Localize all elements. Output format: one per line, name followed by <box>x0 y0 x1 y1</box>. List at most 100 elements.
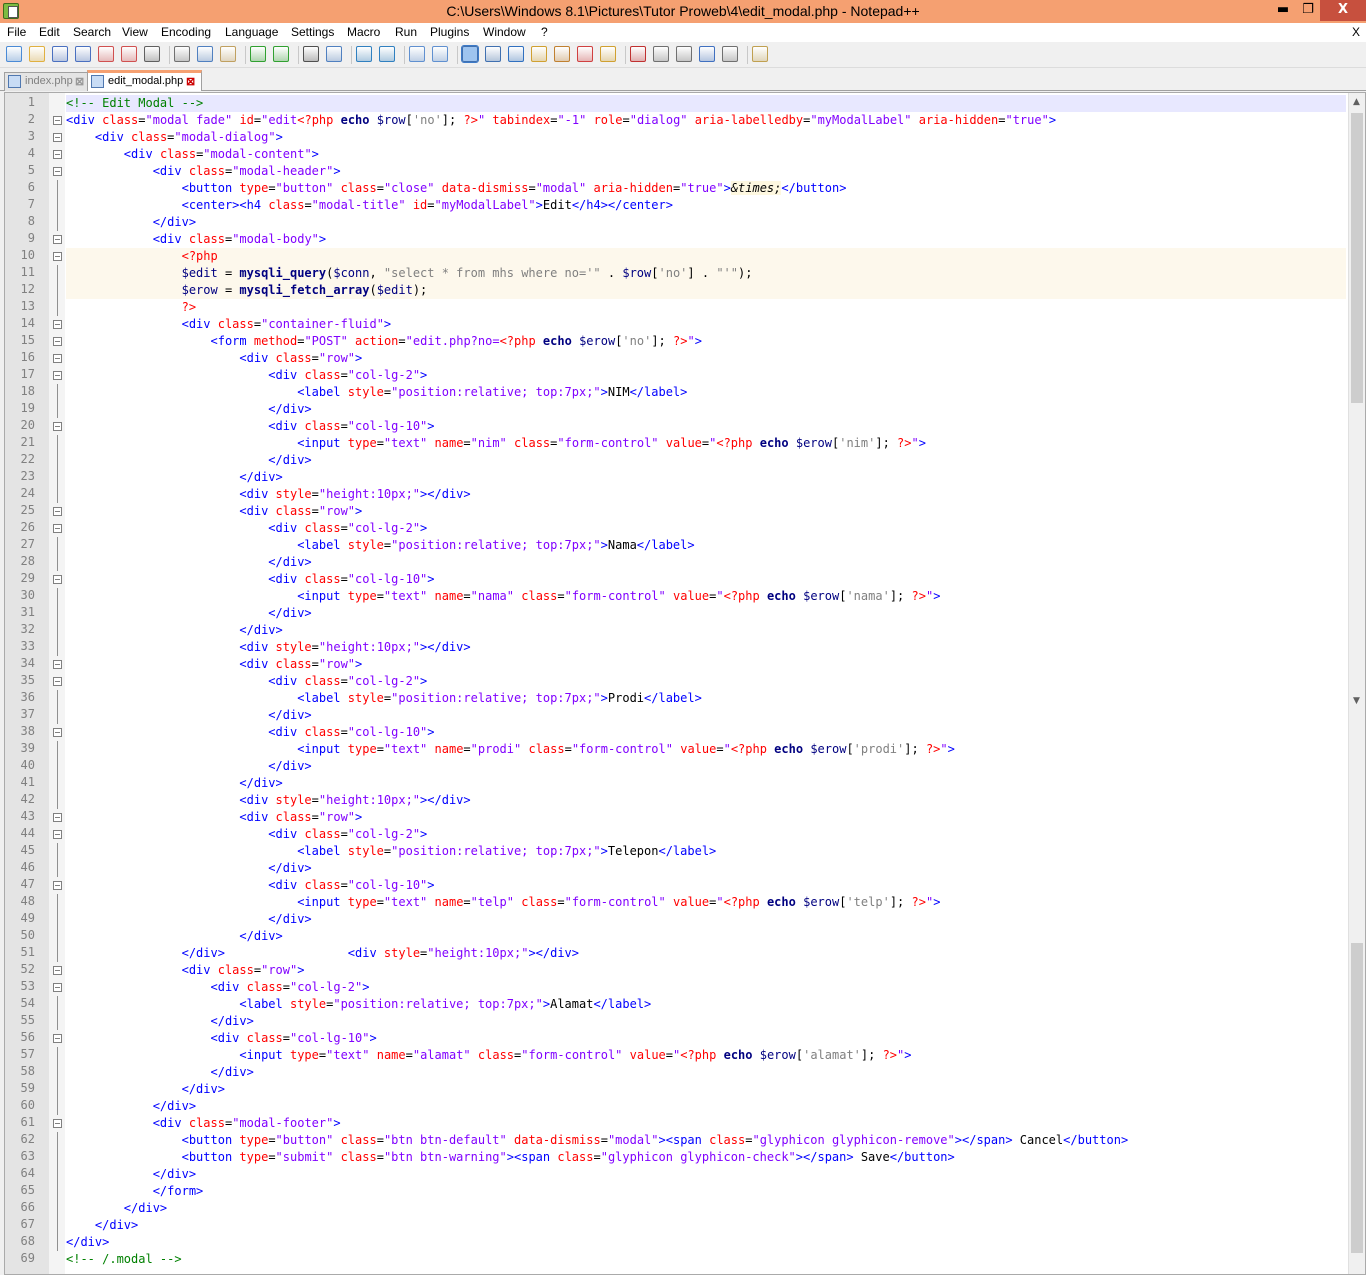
fold-toggle-icon[interactable] <box>53 507 62 516</box>
fold-toggle-icon[interactable] <box>53 575 62 584</box>
code-line[interactable]: <div class="col-lg-2"> <box>66 520 1346 537</box>
scroll-mid-arrow-icon[interactable]: ▼ <box>1353 696 1360 706</box>
code-line[interactable]: <label style="position:relative; top:7px… <box>66 537 1346 554</box>
code-line[interactable]: <input type="text" name="telp" class="fo… <box>66 894 1346 911</box>
code-line[interactable]: <!-- Edit Modal --> <box>66 95 1346 112</box>
code-line[interactable]: <div class="row"> <box>66 962 1346 979</box>
code-line[interactable]: </div> <box>66 1081 1346 1098</box>
code-line[interactable]: </div> <box>66 554 1346 571</box>
code-line[interactable]: <div class="col-lg-10"> <box>66 418 1346 435</box>
fold-toggle-icon[interactable] <box>53 320 62 329</box>
fold-toggle-icon[interactable] <box>53 524 62 533</box>
fold-toggle-icon[interactable] <box>53 881 62 890</box>
menu-encoding[interactable]: Encoding <box>161 25 211 39</box>
zoom-out-icon[interactable] <box>379 46 395 62</box>
menu-macro[interactable]: Macro <box>347 25 380 39</box>
fold-toggle-icon[interactable] <box>53 133 62 142</box>
play-macro-icon[interactable] <box>676 46 692 62</box>
code-line[interactable]: <div class="modal-body"> <box>66 231 1346 248</box>
code-line[interactable]: <label style="position:relative; top:7px… <box>66 996 1346 1013</box>
code-line[interactable]: <div class="col-lg-10"> <box>66 1030 1346 1047</box>
fold-toggle-icon[interactable] <box>53 983 62 992</box>
code-line[interactable]: </div> <box>66 928 1346 945</box>
code-line[interactable]: <div style="height:10px;"></div> <box>66 486 1346 503</box>
code-line[interactable]: </div> <box>66 758 1346 775</box>
menu-language[interactable]: Language <box>225 25 278 39</box>
tab-edit-modal-php[interactable]: edit_modal.php ⊠ <box>87 70 202 91</box>
code-line[interactable]: <input type="text" name="nim" class="for… <box>66 435 1346 452</box>
code-line[interactable]: <div class="modal fade" id="edit<?php ec… <box>66 112 1346 129</box>
close-icon[interactable] <box>98 46 114 62</box>
close-document-button[interactable]: X <box>1352 25 1360 39</box>
code-line[interactable]: </div> <div style="height:10px;"></div> <box>66 945 1346 962</box>
code-line[interactable]: $erow = mysqli_fetch_array($edit); <box>66 282 1346 299</box>
code-line[interactable]: </div> <box>66 1166 1346 1183</box>
menu-edit[interactable]: Edit <box>39 25 60 39</box>
new-file-icon[interactable] <box>6 46 22 62</box>
undo-icon[interactable] <box>250 46 266 62</box>
code-line[interactable]: <input type="text" name="alamat" class="… <box>66 1047 1346 1064</box>
menu-plugins[interactable]: Plugins <box>430 25 469 39</box>
save-macro-icon[interactable] <box>722 46 738 62</box>
indent-guide-icon[interactable] <box>508 46 524 62</box>
print-icon[interactable] <box>144 46 160 62</box>
code-line[interactable]: <div class="row"> <box>66 350 1346 367</box>
close-tab-icon[interactable]: ⊠ <box>186 74 195 91</box>
fold-toggle-icon[interactable] <box>53 252 62 261</box>
menu-view[interactable]: View <box>122 25 148 39</box>
code-line[interactable]: <div class="container-fluid"> <box>66 316 1346 333</box>
code-line[interactable]: </div> <box>66 452 1346 469</box>
code-line[interactable]: <div class="modal-content"> <box>66 146 1346 163</box>
code-line[interactable]: <div class="modal-header"> <box>66 163 1346 180</box>
menu-run[interactable]: Run <box>395 25 417 39</box>
scrollbar-thumb-lower[interactable] <box>1351 943 1363 1253</box>
code-line[interactable]: </div> <box>66 1064 1346 1081</box>
code-line[interactable]: </div> <box>66 1098 1346 1115</box>
restore-button[interactable]: ❐ <box>1296 0 1320 21</box>
code-line[interactable]: <?php <box>66 248 1346 265</box>
save-icon[interactable] <box>52 46 68 62</box>
code-line[interactable]: </div> <box>66 1217 1346 1234</box>
record-macro-icon[interactable] <box>630 46 646 62</box>
code-line[interactable]: <div class="col-lg-10"> <box>66 877 1346 894</box>
menu-search[interactable]: Search <box>73 25 111 39</box>
code-line[interactable]: <label style="position:relative; top:7px… <box>66 384 1346 401</box>
stop-macro-icon[interactable] <box>653 46 669 62</box>
code-line[interactable]: <div class="col-lg-2"> <box>66 979 1346 996</box>
code-line[interactable]: </div> <box>66 1013 1346 1030</box>
code-line[interactable]: <input type="text" name="prodi" class="f… <box>66 741 1346 758</box>
zoom-in-icon[interactable] <box>356 46 372 62</box>
sync-h-icon[interactable] <box>432 46 448 62</box>
close-all-icon[interactable] <box>121 46 137 62</box>
code-line[interactable]: </div> <box>66 469 1346 486</box>
code-line[interactable]: <label style="position:relative; top:7px… <box>66 843 1346 860</box>
copy-icon[interactable] <box>197 46 213 62</box>
folder-workspace-icon[interactable] <box>577 46 593 62</box>
function-list-icon[interactable] <box>554 46 570 62</box>
fold-toggle-icon[interactable] <box>53 116 62 125</box>
replace-icon[interactable] <box>326 46 342 62</box>
code-line[interactable]: <div style="height:10px;"></div> <box>66 792 1346 809</box>
open-file-icon[interactable] <box>29 46 45 62</box>
tab-index-php[interactable]: index.php ⊠ <box>4 72 88 91</box>
fold-toggle-icon[interactable] <box>53 677 62 686</box>
launch-browser-icon[interactable] <box>752 46 768 62</box>
sync-v-icon[interactable] <box>409 46 425 62</box>
fold-toggle-icon[interactable] <box>53 422 62 431</box>
fold-toggle-icon[interactable] <box>53 337 62 346</box>
code-line[interactable]: <button type="button" class="btn btn-def… <box>66 1132 1346 1149</box>
code-line[interactable]: </div> <box>66 707 1346 724</box>
close-window-button[interactable]: X <box>1320 0 1366 21</box>
code-line[interactable]: <div class="modal-dialog"> <box>66 129 1346 146</box>
menu-window[interactable]: Window <box>483 25 526 39</box>
code-line[interactable]: <!-- /.modal --> <box>66 1251 1346 1268</box>
fold-toggle-icon[interactable] <box>53 966 62 975</box>
fold-toggle-icon[interactable] <box>53 235 62 244</box>
scroll-up-arrow-icon[interactable]: ▲ <box>1353 97 1360 107</box>
fold-toggle-icon[interactable] <box>53 371 62 380</box>
code-line[interactable]: <div class="col-lg-2"> <box>66 826 1346 843</box>
code-editor[interactable]: 1 2 3 4 5 6 7 8 9 10 11 12 13 14 15 16 17 18 19 20 21 22 23 24 2… <box>4 92 1366 1275</box>
save-all-icon[interactable] <box>75 46 91 62</box>
fold-toggle-icon[interactable] <box>53 1119 62 1128</box>
code-line[interactable]: <form method="POST" action="edit.php?no=… <box>66 333 1346 350</box>
